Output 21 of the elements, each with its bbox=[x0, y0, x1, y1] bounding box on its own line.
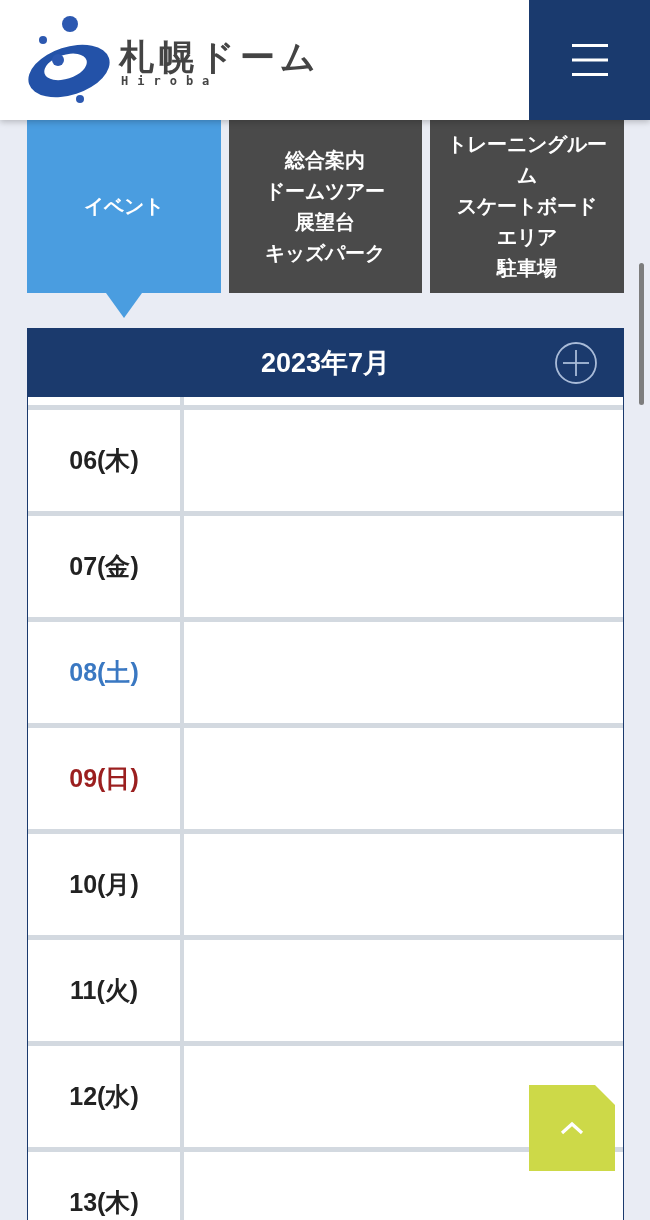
date-cell: 09(日) bbox=[28, 728, 180, 829]
plus-icon bbox=[555, 341, 597, 384]
logo-subtitle: Hiroba bbox=[121, 74, 219, 88]
date-cell: 06(木) bbox=[28, 410, 180, 511]
date-cell: 07(金) bbox=[28, 516, 180, 617]
month-title: 2023年7月 bbox=[260, 346, 391, 380]
logo-icon bbox=[25, 15, 111, 105]
menu-icon bbox=[571, 44, 608, 76]
date-cell: 12(水) bbox=[28, 1046, 180, 1147]
tab[interactable]: トレーニングルーム スケートボード エリア 駐車場 bbox=[430, 120, 624, 293]
menu-button[interactable] bbox=[529, 0, 650, 120]
scrollbar-thumb[interactable] bbox=[639, 263, 644, 405]
date-cell: 11(火) bbox=[28, 940, 180, 1041]
add-button[interactable] bbox=[555, 341, 597, 384]
date-cell: 13(木) bbox=[28, 1152, 180, 1220]
date-cell: 08(土) bbox=[28, 622, 180, 723]
date-cell: 10(月) bbox=[28, 834, 180, 935]
caret-up-icon bbox=[560, 1121, 584, 1135]
logo-name: 札幌ドーム bbox=[119, 38, 321, 75]
tab-pointer-icon bbox=[105, 293, 142, 318]
tab[interactable]: 総合案内 ドームツアー 展望台 キッズパーク bbox=[228, 120, 423, 293]
